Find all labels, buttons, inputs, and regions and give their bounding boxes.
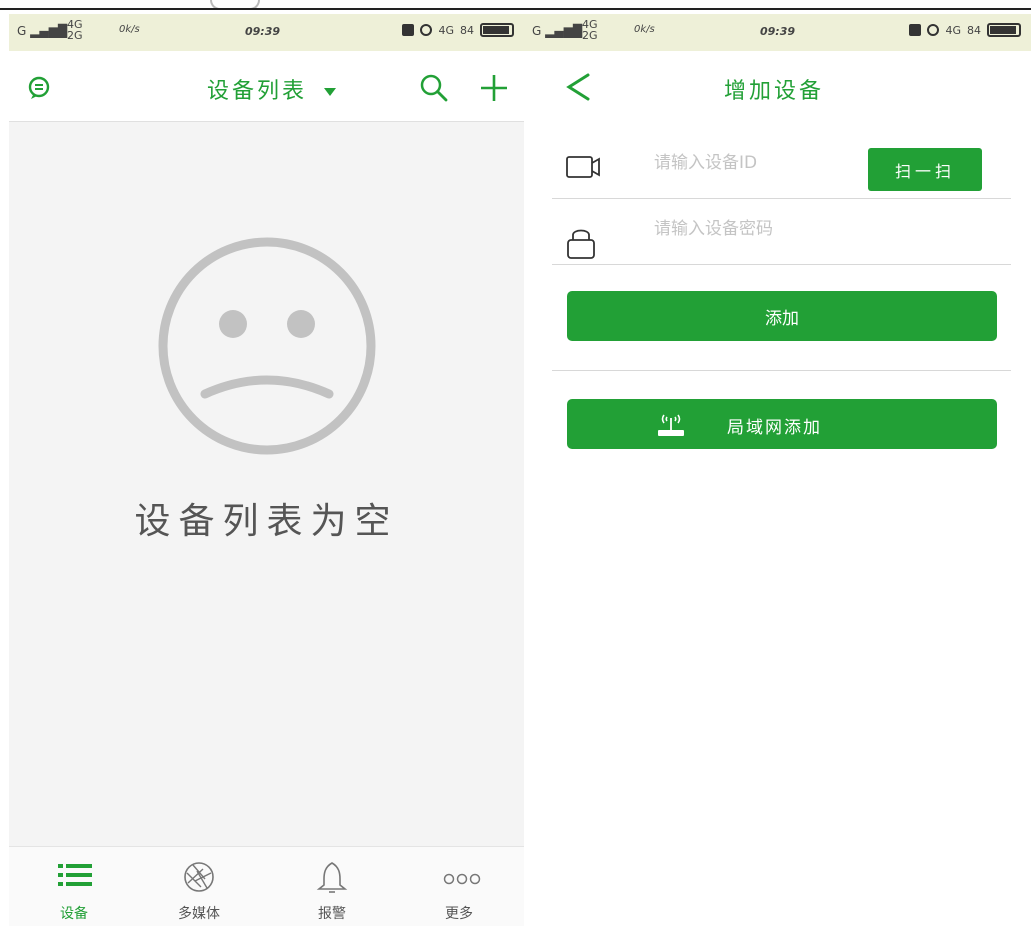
device-id-input[interactable] [652,146,846,180]
chevron-left-icon[interactable] [564,72,592,102]
sad-face-icon [158,237,376,455]
network-type-2: 4G [438,23,454,37]
tab-multimedia[interactable]: 多媒体 [149,847,249,926]
wifi-router-icon [658,414,684,436]
carrier-signal: G ▂▄▆█ [17,24,68,38]
tab-devices[interactable]: 设备 [24,847,124,926]
scan-button[interactable]: 扫一扫 [868,148,982,191]
video-camera-icon [566,156,600,178]
search-icon[interactable] [419,73,449,103]
battery-percent: 84 [967,23,981,37]
tab-label: 设备 [60,906,88,922]
more-dots-icon [443,873,481,885]
carrier-signal: G ▂▄▆█ [532,24,583,38]
status-icons: 4G 84 [909,23,1021,37]
lock-icon [567,229,595,259]
password-input[interactable] [652,212,846,246]
lan-add-label: 局域网添加 [727,418,822,438]
network-speed: 0k/s [119,24,140,35]
device-list-screen: G ▂▄▆█ 4G 2G 0k/s 09:39 4G 84 设备列表 设备列表为… [9,14,524,926]
device-list-header: 设备列表 [9,51,524,122]
bottom-tab-bar: 设备 多媒体 报警 更多 [9,846,524,926]
notification-icon [909,24,922,36]
message-bubble-icon[interactable] [27,76,51,100]
add-device-screen: G ▂▄▆█ 4G2G 0k/s 09:39 4G 84 增加设备 扫一扫 [524,14,1031,926]
device-id-row: 扫一扫 [552,132,1011,199]
network-type: 4G 2G [67,18,83,42]
battery-icon [987,23,1021,37]
add-device-header: 增加设备 [524,51,1031,121]
plus-icon[interactable] [479,73,509,103]
status-icons: 4G 84 [402,23,514,37]
caret-down-icon [324,88,337,96]
status-bar: G ▂▄▆█ 4G 2G 0k/s 09:39 4G 84 [524,14,1031,51]
notification-icon [402,24,415,36]
tab-label: 多媒体 [178,906,220,922]
list-icon [58,864,92,886]
lan-add-content: 局域网添加 [567,399,997,449]
alarm-icon [420,24,433,36]
battery-icon [480,23,514,37]
tab-more[interactable]: 更多 [409,847,509,926]
tab-alarm[interactable]: 报警 [282,847,382,926]
device-list-title-dropdown[interactable]: 设备列表 [207,73,337,105]
lan-add-button[interactable]: 局域网添加 [567,399,997,449]
tab-label: 报警 [318,906,346,922]
battery-percent: 84 [460,23,474,37]
status-bar: G ▂▄▆█ 4G 2G 0k/s 09:39 4G 84 [9,14,524,51]
clock: 09:39 [760,25,796,38]
top-divider-line [0,8,1031,10]
page-title: 增加设备 [724,79,825,104]
alarm-icon [927,24,940,36]
page-title: 设备列表 [207,79,308,104]
tab-label: 更多 [445,906,473,922]
password-row [552,198,1011,265]
network-type-2: 4G [945,23,961,37]
empty-list-message: 设备列表为空 [134,501,399,542]
bell-icon [316,862,348,893]
aperture-icon [184,862,214,892]
network-type: 4G 2G [582,18,598,42]
clock: 09:39 [245,25,281,38]
network-speed: 0k/s [634,24,655,35]
section-divider [552,370,1011,371]
add-button[interactable]: 添加 [567,291,997,341]
